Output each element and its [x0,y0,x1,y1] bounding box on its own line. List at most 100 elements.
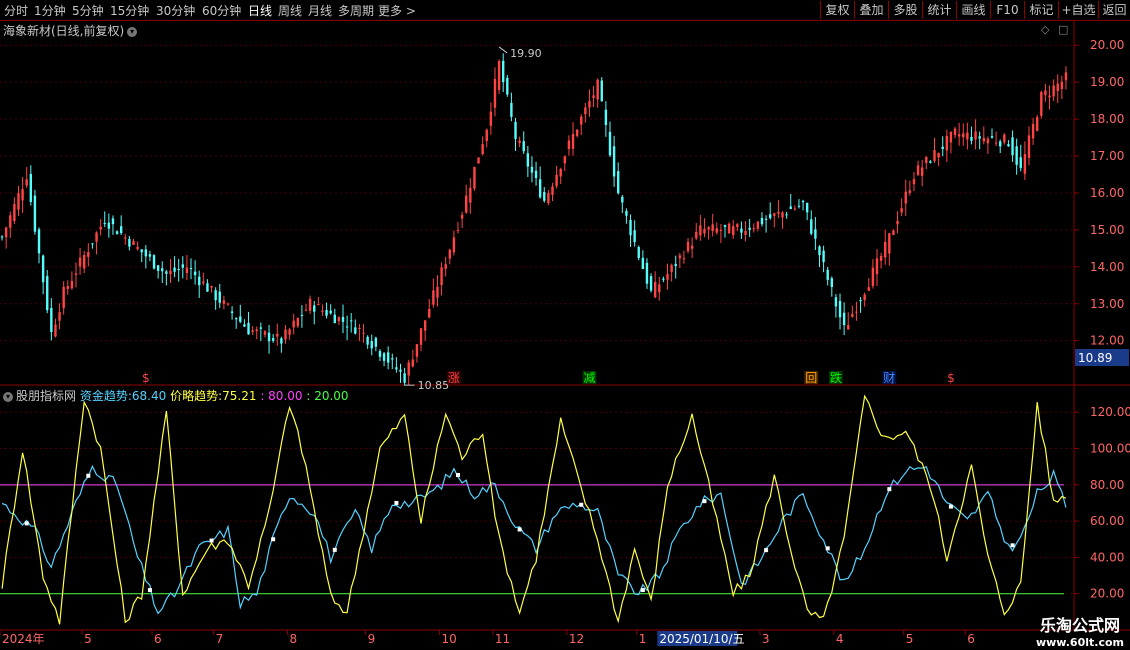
candle-body [892,230,895,235]
candle-body [161,268,164,272]
candle-body [165,271,168,274]
candle-body [649,276,653,291]
candle-body [13,203,16,222]
candle-body [136,246,139,250]
toolbar-button-3[interactable]: 统计 [922,1,956,19]
candle-body [103,222,106,224]
candle-body [428,308,431,318]
x-label-8: 12 [569,632,584,646]
price-tick-label-8: 12.00 [1090,334,1124,348]
toolbar-button-6[interactable]: 标记 [1024,1,1058,19]
candle-body [202,281,205,284]
candle-body [193,271,197,276]
period-tab-9[interactable]: 多周期 [338,2,374,19]
x-label-5: 9 [368,632,376,646]
candle-body [764,218,768,220]
candle-body [978,136,981,139]
candle-body [128,238,131,247]
candle-body [629,219,632,236]
toolbar-button-0[interactable]: 复权 [820,1,854,19]
period-tab-2[interactable]: 5分钟 [72,2,104,19]
candle-body [489,111,493,126]
candle-body [95,232,98,242]
period-tab-6[interactable]: 日线 [248,2,272,19]
candle-body [78,257,82,267]
period-tab-7[interactable]: 周线 [278,2,302,19]
series-dot [579,502,584,507]
indicator-lines [1,394,1067,625]
low-label: 10.85 [418,379,450,392]
series-dot [24,521,29,526]
candle-body [842,312,846,326]
s1-label: 资金趋势: [79,389,132,403]
toolbar-button-2[interactable]: 多股 [888,1,922,19]
x-label-12: 4 [836,632,844,646]
candle-body [280,338,283,344]
candle-body [916,165,920,175]
candle-body [567,140,571,150]
candle-body [247,322,250,335]
candle-body [432,290,435,305]
candle-body [884,242,887,258]
candle-body [538,179,542,198]
candle-body [1007,144,1010,147]
chevron-down-icon[interactable]: ▾ [127,26,138,37]
candle-body [555,174,558,187]
candle-body [325,309,328,316]
diamond-icon[interactable]: ◇ [1041,23,1049,36]
toolbar-button-8[interactable]: 返回 [1098,1,1130,19]
candle-body [50,307,53,332]
candle-body [493,78,497,108]
period-tab-3[interactable]: 15分钟 [110,2,149,19]
candle-body [288,329,291,335]
chevron-down-icon[interactable]: ▾ [3,391,13,402]
series-dot [825,546,830,551]
candle-body [169,270,172,275]
candle-body [707,227,710,230]
candle-body [477,157,480,164]
period-tab-8[interactable]: 月线 [308,2,332,19]
candle-body [670,264,673,273]
period-tab-0[interactable]: 分时 [4,2,28,19]
candle-body [440,267,443,286]
toolbar-button-4[interactable]: 画线 [956,1,990,19]
candle-body [658,284,661,293]
candle-body [559,168,562,177]
candle-body [690,245,694,249]
candle-body [214,290,217,301]
period-tab-10[interactable]: 更多 > [378,2,416,19]
stock-title: 海象新材(日线,前复权) ▾ [3,22,138,39]
toolbar-button-1[interactable]: 叠加 [854,1,888,19]
candle-body [173,267,176,272]
candle-body [855,311,858,313]
candle-body [1035,117,1039,131]
period-tab-1[interactable]: 1分钟 [34,2,66,19]
marker-1: 涨 [448,370,460,385]
close-icon[interactable]: □ [1058,23,1068,36]
candle-body [674,263,677,267]
period-tab-5[interactable]: 60分钟 [202,2,241,19]
candle-body [645,262,649,284]
candle-body [198,276,201,286]
marker-5: 财 [883,371,895,385]
candle-body [785,214,788,216]
period-tab-4[interactable]: 30分钟 [156,2,195,19]
candle-body [723,225,727,227]
price-tick-label-4: 16.00 [1090,186,1124,200]
series-dot [86,473,91,478]
indicator-name[interactable]: 股朋指标网 [16,389,76,403]
price-tick-label-3: 17.00 [1090,149,1124,163]
series-dot [147,588,152,593]
candle-body [990,136,994,138]
candle-body [25,179,28,186]
series-dot [209,538,214,543]
toolbar-button-7[interactable]: +自选 [1058,1,1098,19]
series-dot [640,588,645,593]
grid-lines [0,44,1074,595]
toolbar-button-5[interactable]: F10 [990,1,1024,19]
stock-title-text: 海象新材(日线,前复权) [3,24,125,38]
cursor-date-label: 2025/01/10/五 [659,632,744,646]
candle-body [719,230,723,232]
candle-body [933,150,936,162]
candle-body [551,186,554,195]
